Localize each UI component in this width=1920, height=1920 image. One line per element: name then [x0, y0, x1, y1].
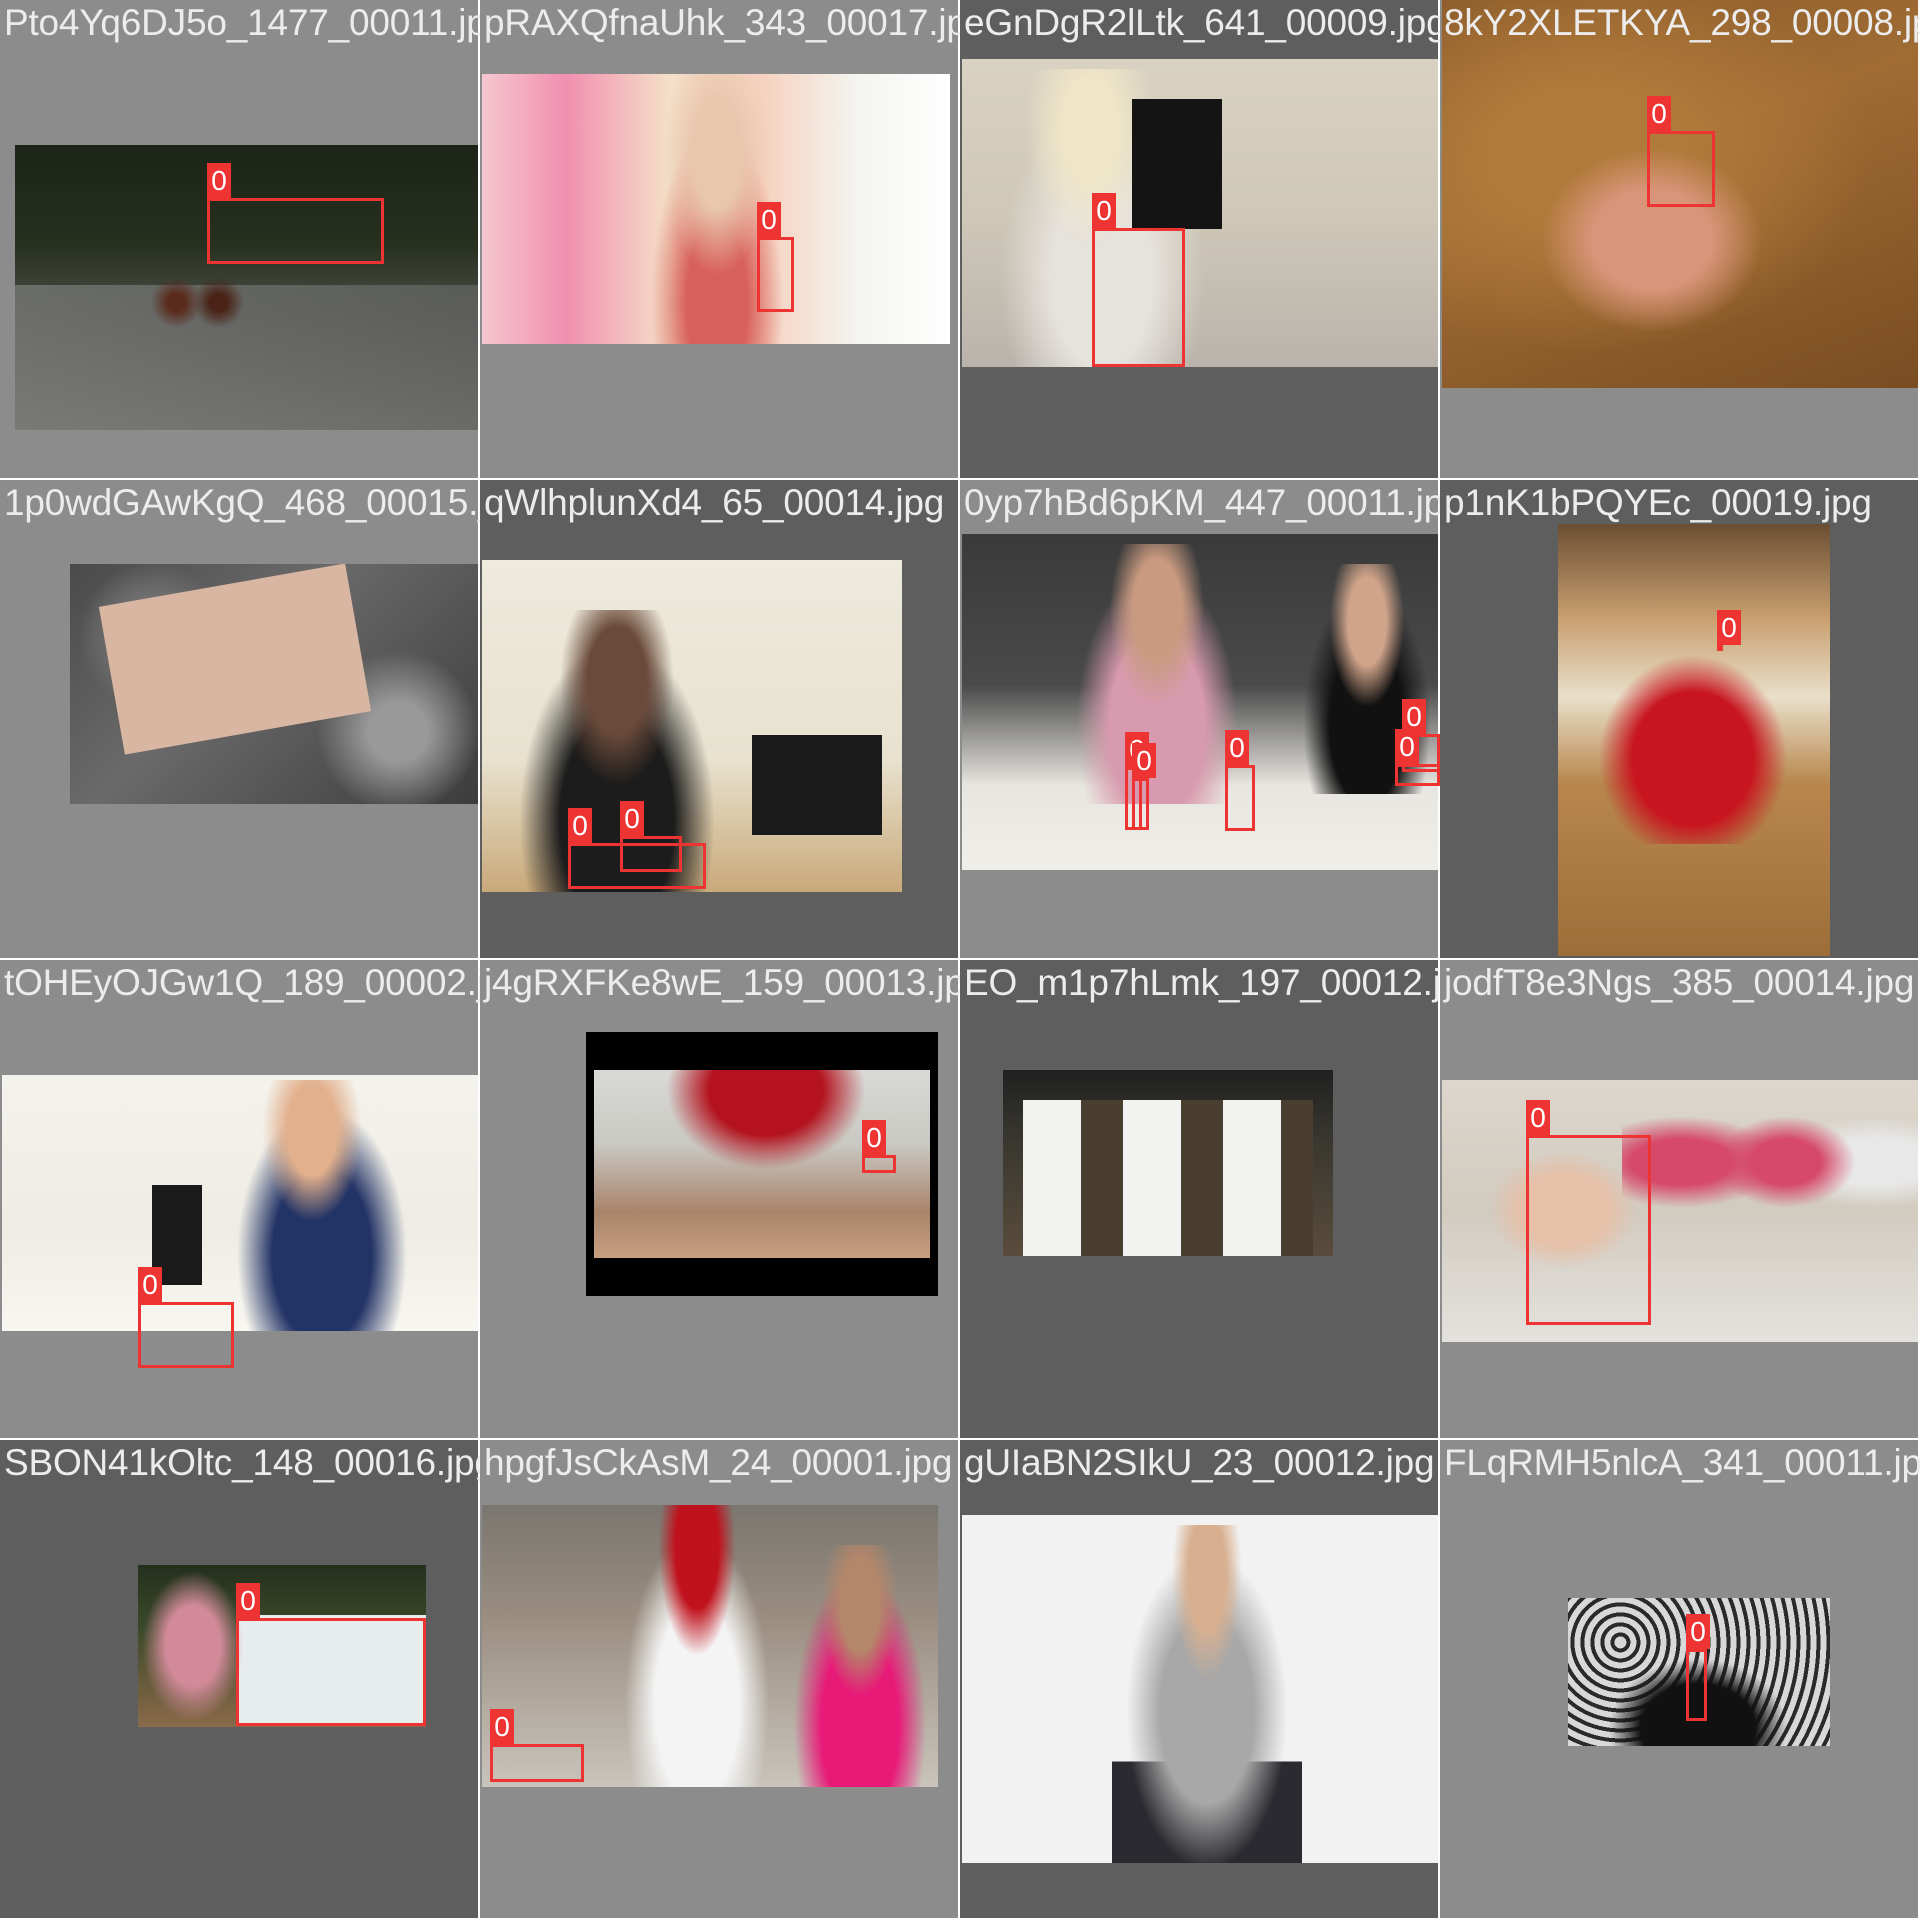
photo [1558, 524, 1830, 956]
bbox-class-label: 0 [568, 808, 592, 843]
bbox-class-label: 0 [1395, 729, 1419, 764]
photo-person [138, 1565, 248, 1727]
bbox-class-label: 0 [1092, 193, 1116, 228]
bounding-box: 0 [1395, 729, 1440, 786]
tile-filename: 1p0wdGAwKgQ_468_00015.jpg [4, 482, 480, 523]
photo-chef [612, 1505, 782, 1787]
tile-filename: p1nK1bPQYEc_00019.jpg [1444, 482, 1872, 523]
photo-person [782, 1545, 938, 1787]
tile-filename: j4gRXFKe8wE_159_00013.jpg [484, 962, 960, 1003]
photo [1442, 1080, 1920, 1342]
photo-gnomes [1622, 1090, 1920, 1270]
photo [962, 1515, 1438, 1863]
bbox-class-label: 0 [1686, 1614, 1710, 1649]
photo [15, 145, 480, 430]
tile-filename: eGnDgR2lLtk_641_00009.jpg [964, 2, 1440, 43]
bounding-box: 0 [1686, 1614, 1710, 1721]
tile-filename: SBON41kOltc_148_00016.jpg [4, 1442, 480, 1483]
bounding-box: 0 [138, 1267, 234, 1368]
photo [70, 564, 480, 804]
bbox-class-label: 0 [1132, 743, 1156, 778]
tile-filename: gUIaBN2SIkU_23_00012.jpg [964, 1442, 1435, 1483]
tile-15: gUIaBN2SIkU_23_00012.jpg [960, 1440, 1440, 1920]
tile-13: 0 SBON41kOltc_148_00016.jpg [0, 1440, 480, 1920]
bounding-box: 0 [1225, 730, 1255, 831]
tile-12: 0 jodfT8e3Ngs_385_00014.jpg [1440, 960, 1920, 1440]
bounding-box: 0 [236, 1583, 426, 1726]
tile-4: 0 8kY2XLETKYA_298_00008.jpg [1440, 0, 1920, 480]
tile-7: 0 0 0 0 0 0yp7hBd6pKM_447_00011.jpg [960, 480, 1440, 960]
tile-filename: pRAXQfnaUhk_343_00017.jpg [484, 2, 960, 43]
photo-person [1062, 544, 1252, 804]
tile-filename: 8kY2XLETKYA_298_00008.jpg [1444, 2, 1920, 43]
tile-2: 0 pRAXQfnaUhk_343_00017.jpg [480, 0, 960, 480]
tile-filename: tOHEyOJGw1Q_189_00002.jpg [4, 962, 480, 1003]
photo [482, 74, 950, 344]
tile-6: 0 0 qWlhplunXd4_65_00014.jpg [480, 480, 960, 960]
photo-pipes [1023, 1100, 1313, 1256]
photo-cape [1598, 654, 1788, 844]
bbox-class-label: 0 [1717, 610, 1741, 645]
bbox-class-label: 0 [207, 163, 231, 198]
bbox-class-label: 0 [1526, 1100, 1550, 1135]
photo-tv [1132, 99, 1222, 229]
tile-16: 0 FLqRMH5nlcA_341_00011.jpg [1440, 1440, 1920, 1920]
photo-bag [752, 735, 882, 835]
tile-3: 0 eGnDgR2lLtk_641_00009.jpg [960, 0, 1440, 480]
photo [962, 59, 1438, 367]
bounding-box: 0 [1526, 1100, 1651, 1325]
tile-filename: EO_m1p7hLmk_197_00012.jpg [964, 962, 1440, 1003]
photo [2, 1075, 478, 1331]
tile-1: 0 Pto4Yq6DJ5o_1477_00011.jpg [0, 0, 480, 480]
bounding-box: 0 [1717, 610, 1741, 651]
bbox-class-label: 0 [1225, 730, 1249, 765]
tile-filename: jodfT8e3Ngs_385_00014.jpg [1444, 962, 1915, 1003]
tile-5: 1p0wdGAwKgQ_468_00015.jpg [0, 480, 480, 960]
tile-filename: FLqRMH5nlcA_341_00011.jpg [1444, 1442, 1920, 1483]
tile-8: 0 p1nK1bPQYEc_00019.jpg [1440, 480, 1920, 960]
tile-filename: qWlhplunXd4_65_00014.jpg [484, 482, 945, 523]
bounding-box: 0 [620, 801, 682, 872]
bbox-class-label: 0 [236, 1583, 260, 1618]
bbox-class-label: 0 [138, 1267, 162, 1302]
bounding-box: 0 [490, 1709, 584, 1782]
bbox-class-label: 0 [620, 801, 644, 836]
tile-filename: Pto4Yq6DJ5o_1477_00011.jpg [4, 2, 480, 43]
bounding-box: 0 [1647, 96, 1715, 207]
photo-person [666, 1070, 866, 1170]
tile-14: 0 hpgfJsCkAsM_24_00001.jpg [480, 1440, 960, 1920]
photo [962, 534, 1438, 870]
bbox-class-label: 0 [862, 1120, 886, 1155]
tile-9: 0 tOHEyOJGw1Q_189_00002.jpg [0, 960, 480, 1440]
bounding-box: 0 [207, 163, 384, 264]
bounding-box: 0 [1092, 193, 1185, 367]
photo-person [1112, 1525, 1302, 1863]
bbox-class-label: 0 [757, 202, 781, 237]
bounding-box: 0 [862, 1120, 896, 1173]
bbox-class-label: 0 [1647, 96, 1671, 131]
photo [1003, 1070, 1333, 1256]
photo-person [222, 1080, 422, 1331]
tile-filename: 0yp7hBd6pKM_447_00011.jpg [964, 482, 1440, 523]
bounding-box: 0 [757, 202, 794, 312]
tile-filename: hpgfJsCkAsM_24_00001.jpg [484, 1442, 953, 1483]
tile-10: 0 j4gRXFKe8wE_159_00013.jpg [480, 960, 960, 1440]
bbox-class-label: 0 [490, 1709, 514, 1744]
photo-jars [145, 260, 250, 345]
bounding-box: 0 [1132, 743, 1156, 830]
tile-11: EO_m1p7hLmk_197_00012.jpg [960, 960, 1440, 1440]
image-mosaic-grid: 0 Pto4Yq6DJ5o_1477_00011.jpg 0 pRAXQfnaU… [0, 0, 1920, 1920]
